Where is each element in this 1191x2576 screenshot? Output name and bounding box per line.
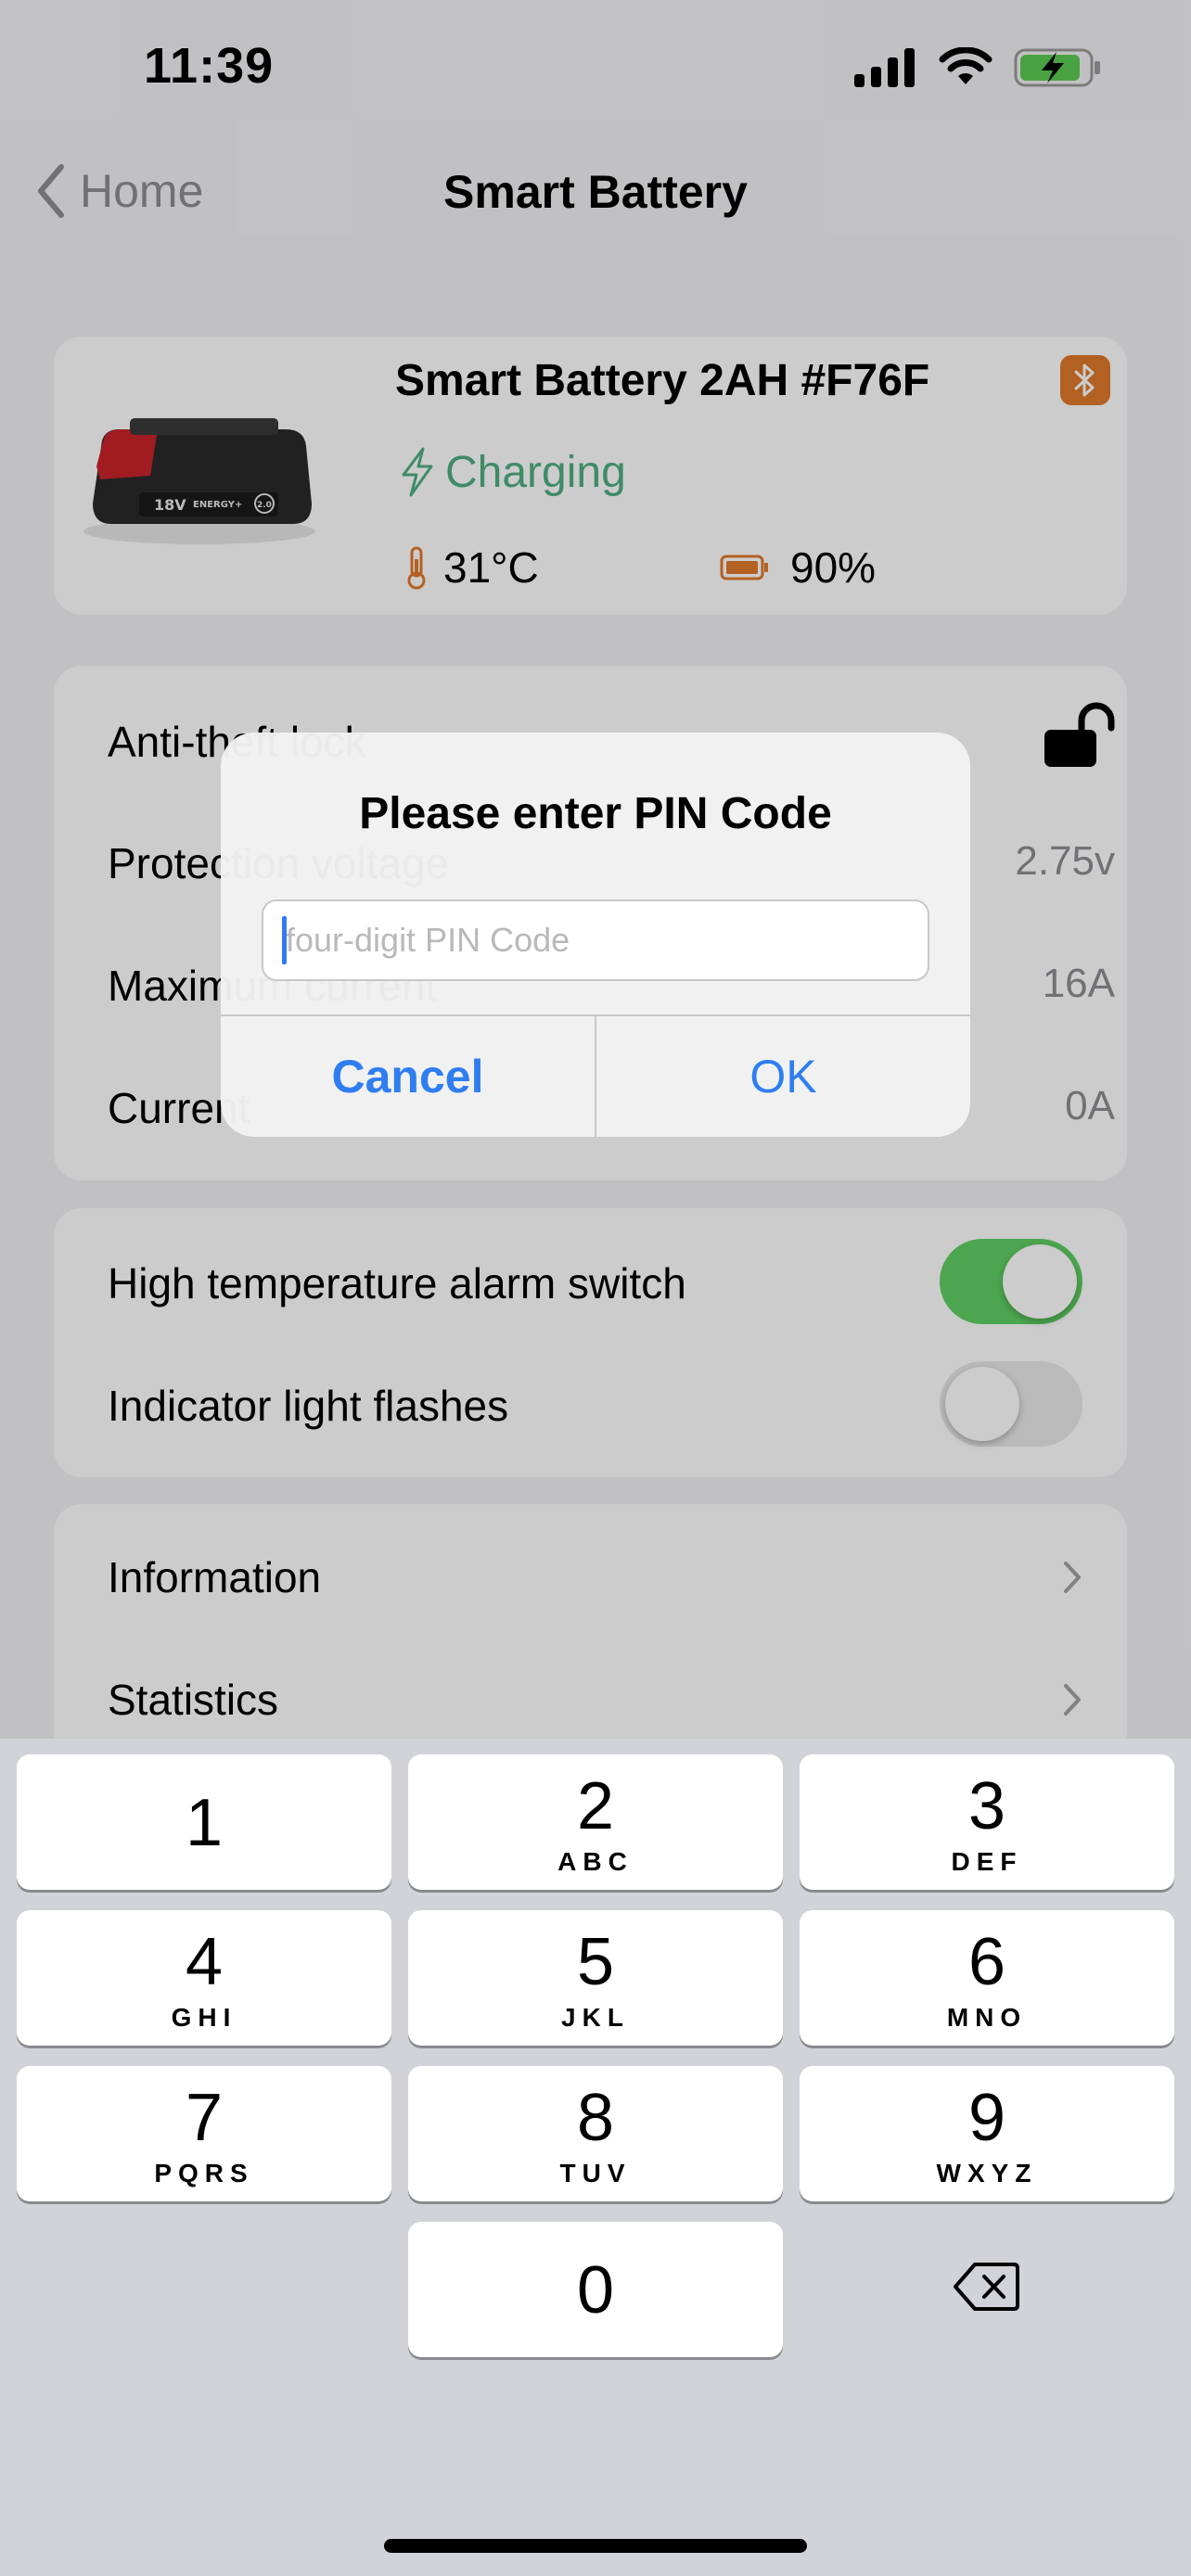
numeric-keypad: 1 2 ABC 3 DEF 4 GHI 5 JKL 6 MNO 7 PQRS 8 TUV 9W…: [0, 1739, 1191, 2576]
key-0[interactable]: 0: [408, 2222, 783, 2357]
key-2[interactable]: 2 ABC: [408, 1754, 783, 1890]
key-9[interactable]: 9 WXYZ: [800, 2066, 1174, 2201]
dialog-title: Please enter PIN Code: [359, 789, 832, 838]
cancel-button[interactable]: Cancel: [221, 1016, 596, 1137]
text-cursor: [282, 916, 287, 964]
key-6[interactable]: 6 MNO: [800, 1910, 1174, 2046]
key-5[interactable]: 5 JKL: [408, 1910, 783, 2046]
key-8[interactable]: 8 TUV: [408, 2066, 783, 2201]
ok-button[interactable]: OK: [596, 1016, 970, 1137]
key-4[interactable]: 4 GHI: [17, 1910, 391, 2046]
dialog-button-bar: Cancel OK: [221, 1014, 970, 1137]
delete-backward-icon: [954, 2263, 1019, 2311]
key-1[interactable]: 1: [17, 1754, 391, 1890]
delete-key[interactable]: [799, 2219, 1173, 2354]
pin-code-input[interactable]: [262, 899, 929, 981]
key-7[interactable]: 7 PQRS: [17, 2066, 391, 2201]
pin-code-dialog: Please enter PIN Code Cancel OK: [221, 733, 970, 1137]
home-indicator[interactable]: [384, 2539, 807, 2553]
key-3[interactable]: 3 DEF: [800, 1754, 1174, 1890]
